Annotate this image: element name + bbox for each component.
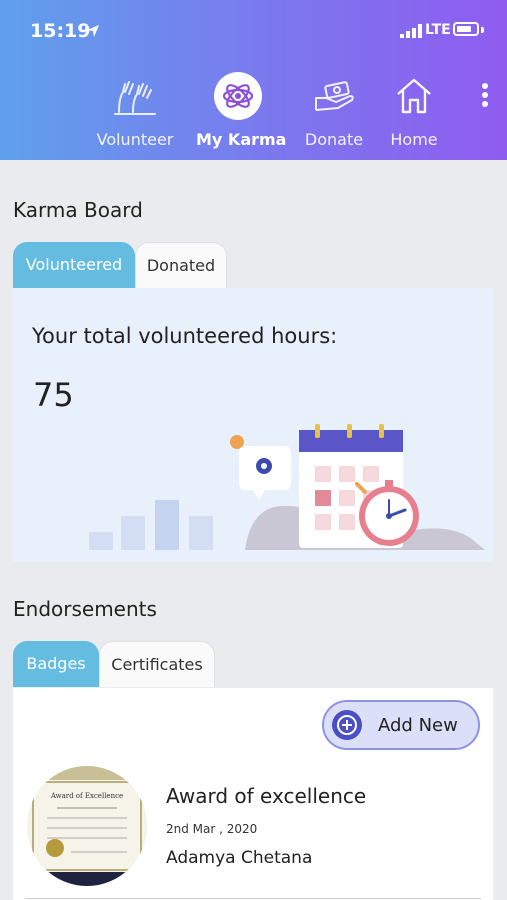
atom-icon — [214, 72, 262, 120]
award-title: Award of excellence — [166, 784, 367, 808]
nav-item-my-karma[interactable]: My Karma — [196, 72, 287, 152]
karma-board-title: Karma Board — [13, 198, 143, 222]
add-new-label: Add New — [378, 715, 458, 736]
nav-item-home[interactable]: Home — [388, 72, 440, 152]
award-certificate-image[interactable]: Award of Excellence — [27, 766, 147, 886]
nav-item-donate[interactable]: Donate — [302, 72, 366, 152]
status-time: 15:19 — [30, 20, 91, 42]
nav-label: Donate — [304, 130, 364, 149]
nav-label: Volunteer — [96, 130, 174, 149]
nav-label: My Karma — [196, 130, 287, 149]
location-arrow-icon — [87, 25, 99, 37]
tab-volunteered[interactable]: Volunteered — [13, 242, 135, 288]
tab-donated[interactable]: Donated — [135, 242, 227, 288]
certificate-heading: Award of Excellence — [50, 792, 123, 800]
endorsements-title: Endorsements — [13, 597, 157, 621]
award-date: 2nd Mar , 2020 — [166, 822, 258, 836]
award-recipient: Adamya Chetana — [166, 848, 313, 868]
add-new-button[interactable]: Add New — [322, 700, 480, 750]
divider — [25, 898, 481, 899]
more-vertical-icon[interactable] — [475, 82, 495, 112]
donate-hand-icon — [315, 81, 354, 111]
battery-icon — [453, 22, 479, 36]
cellular-signal-icon — [400, 24, 422, 38]
home-icon — [397, 78, 431, 114]
karma-summary-panel: Your total volunteered hours: 75 — [13, 288, 493, 562]
badges-panel: Add New Award of Excellence Award of exc… — [13, 688, 493, 900]
nav-item-volunteer[interactable]: Volunteer — [95, 72, 175, 152]
volunteer-hands-icon — [114, 81, 156, 115]
total-hours-label: Your total volunteered hours: — [32, 324, 338, 348]
tab-certificates[interactable]: Certificates — [99, 641, 215, 687]
network-type: LTE — [425, 22, 451, 38]
top-navigation-header: 15:19 LTE Volunteer My Karma Donate Home — [0, 0, 507, 160]
plus-circle-icon — [332, 710, 362, 740]
total-hours-value: 75 — [33, 376, 74, 414]
nav-label: Home — [390, 130, 438, 149]
battery-tip — [481, 27, 484, 33]
tab-badges[interactable]: Badges — [13, 641, 99, 687]
status-bar: 15:19 LTE — [0, 0, 507, 60]
certificate-image: Award of Excellence — [27, 766, 147, 886]
